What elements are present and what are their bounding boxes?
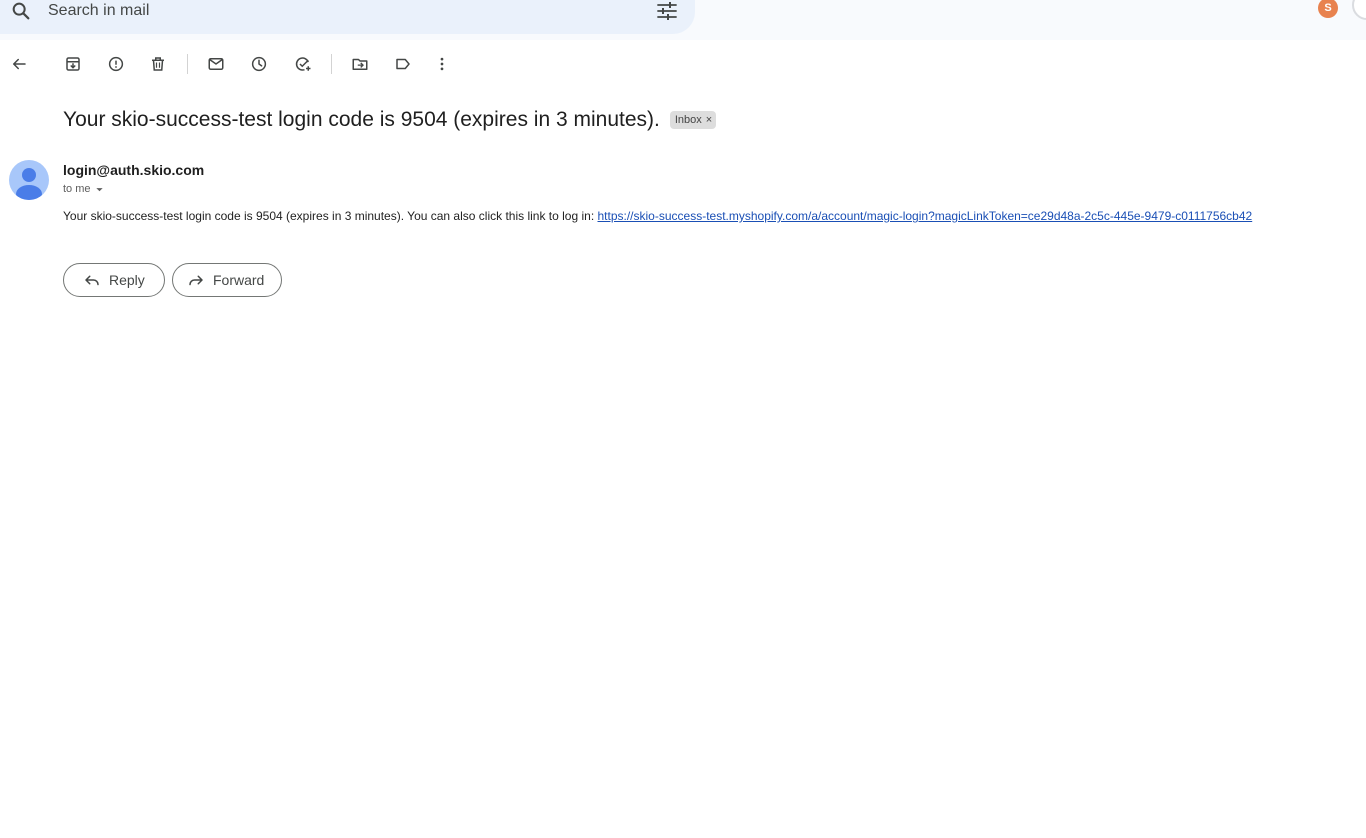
sender-name[interactable]: login@auth.skio.com [63,162,204,178]
search-bar[interactable] [0,0,695,34]
search-icon[interactable] [10,0,32,22]
top-bar: S [0,0,1366,40]
recipient-text: to me [63,183,91,195]
report-spam-button[interactable] [104,52,128,76]
delete-icon [152,57,164,71]
snooze-icon [251,56,267,72]
add-task-icon [295,57,311,71]
magic-login-link[interactable]: https://skio-success-test.myshopify.com/… [598,209,1253,223]
move-to-icon [352,58,368,70]
forward-icon [189,275,203,286]
move-to-button[interactable] [348,52,372,76]
toolbar-divider [331,54,332,74]
recipient-details[interactable]: to me [63,183,104,195]
forward-label: Forward [213,272,265,288]
report-spam-icon [108,56,124,72]
labels-button[interactable] [391,52,415,76]
labels-icon [396,58,410,70]
more-button[interactable] [430,52,454,76]
inbox-label-chip[interactable]: Inbox × [669,111,717,129]
reply-button[interactable]: Reply [63,263,165,297]
back-icon [13,58,26,70]
back-button[interactable] [7,52,31,76]
mark-unread-icon [208,58,224,70]
snooze-button[interactable] [247,52,271,76]
subject-row: Your skio-success-test login code is 950… [63,106,717,134]
toolbar-divider [187,54,188,74]
remove-label-icon[interactable]: × [706,114,712,126]
chevron-down-icon[interactable] [95,185,104,194]
add-task-button[interactable] [291,52,315,76]
reply-label: Reply [109,272,145,288]
mark-unread-button[interactable] [204,52,228,76]
message-toolbar [0,44,700,84]
account-avatar[interactable]: S [1318,0,1338,18]
email-subject: Your skio-success-test login code is 950… [63,108,660,131]
person-icon [16,168,42,200]
email-body: Your skio-success-test login code is 950… [63,209,1252,223]
archive-icon [66,57,80,71]
forward-button[interactable]: Forward [172,263,282,297]
label-text: Inbox [674,114,702,126]
google-account-button[interactable] [1352,0,1366,20]
archive-button[interactable] [61,52,85,76]
body-text: Your skio-success-test login code is 950… [63,209,598,223]
more-icon [440,57,444,71]
search-input[interactable] [48,0,628,22]
delete-button[interactable] [146,52,170,76]
search-options-icon[interactable] [655,0,679,23]
reply-icon [85,275,99,286]
sender-avatar[interactable] [9,160,49,200]
